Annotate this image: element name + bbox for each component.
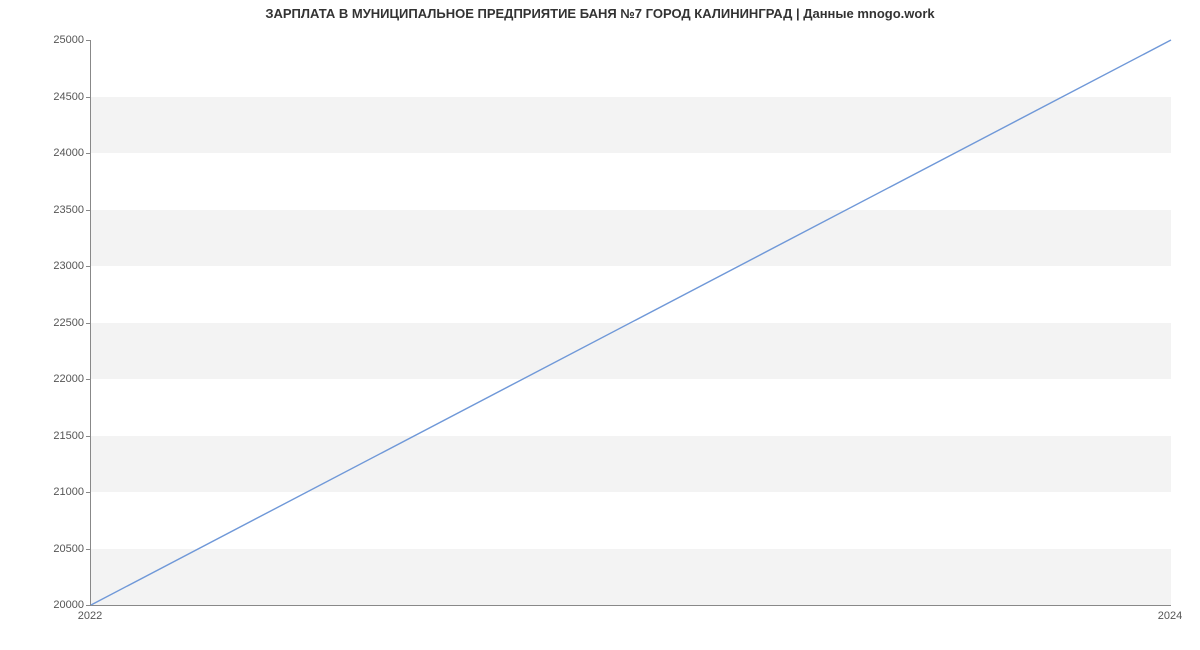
y-tick (86, 379, 90, 380)
y-tick-label: 20000 (4, 599, 84, 611)
y-tick-label: 21500 (4, 430, 84, 442)
chart-title: ЗАРПЛАТА В МУНИЦИПАЛЬНОЕ ПРЕДПРИЯТИЕ БАН… (0, 6, 1200, 21)
y-tick (86, 549, 90, 550)
y-tick (86, 605, 90, 606)
x-tick-label: 2024 (1158, 610, 1182, 622)
y-tick-label: 23500 (4, 204, 84, 216)
y-tick (86, 492, 90, 493)
series-line (91, 40, 1171, 605)
chart-container: ЗАРПЛАТА В МУНИЦИПАЛЬНОЕ ПРЕДПРИЯТИЕ БАН… (0, 0, 1200, 650)
plot-area (90, 40, 1171, 606)
y-tick-label: 22500 (4, 317, 84, 329)
y-tick (86, 266, 90, 267)
y-tick (86, 436, 90, 437)
y-tick-label: 22000 (4, 373, 84, 385)
y-tick (86, 153, 90, 154)
y-tick-label: 21000 (4, 486, 84, 498)
y-tick-label: 23000 (4, 260, 84, 272)
line-layer (91, 40, 1171, 605)
y-tick (86, 210, 90, 211)
y-tick-label: 20500 (4, 543, 84, 555)
y-tick-label: 24500 (4, 91, 84, 103)
y-tick (86, 323, 90, 324)
y-tick (86, 40, 90, 41)
y-tick (86, 97, 90, 98)
x-tick-label: 2022 (78, 610, 102, 622)
y-tick-label: 24000 (4, 147, 84, 159)
y-tick-label: 25000 (4, 34, 84, 46)
